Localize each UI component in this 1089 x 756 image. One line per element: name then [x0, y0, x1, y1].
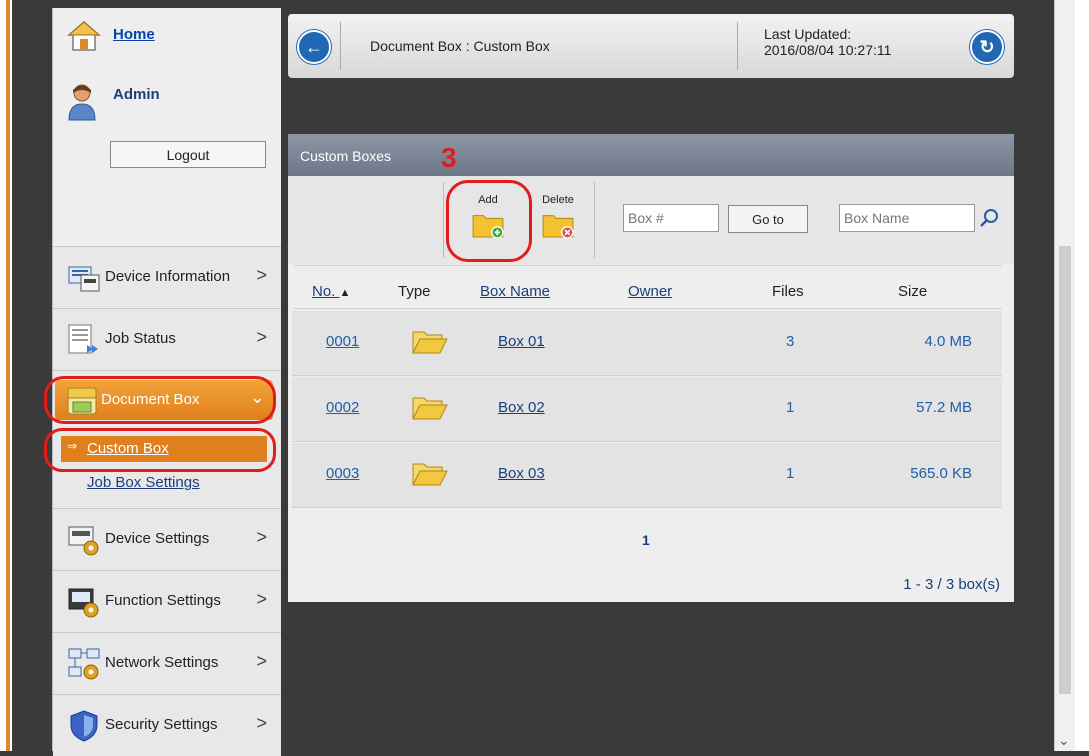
left-window-edge — [0, 0, 12, 751]
vertical-scrollbar[interactable]: ⌄ — [1054, 0, 1075, 751]
box-name-link[interactable]: Box 01 — [498, 333, 545, 350]
user-avatar-icon — [68, 84, 96, 121]
chevron-right-icon: > — [256, 265, 267, 285]
box-name-search-input[interactable] — [839, 204, 975, 232]
delete-label: Delete — [542, 194, 574, 206]
column-header-size: Size — [898, 283, 928, 300]
column-header-type: Type — [398, 283, 431, 300]
sidebar-item-label: Device Information — [105, 268, 231, 285]
box-size: 565.0 KB — [910, 465, 972, 482]
box-number-link[interactable]: 0003 — [326, 465, 359, 482]
delete-button[interactable]: Delete — [536, 194, 580, 242]
last-updated-label: Last Updated: — [764, 26, 852, 42]
chevron-right-icon: > — [256, 589, 267, 609]
sidebar-subitem-job-box-settings[interactable]: Job Box Settings — [87, 474, 200, 491]
column-header-no[interactable]: No. ▲ — [312, 283, 350, 300]
chevron-right-icon: > — [256, 713, 267, 733]
home-link[interactable]: Home — [113, 26, 155, 43]
sidebar-item-label: Device Settings — [105, 530, 210, 547]
sidebar-header: Home Admin Logout — [53, 8, 281, 246]
left-accent-bar — [6, 0, 10, 751]
divider — [594, 182, 595, 258]
box-files: 3 — [786, 333, 795, 350]
highlight-circle-add — [446, 180, 532, 262]
delete-folder-icon — [542, 215, 574, 239]
network-settings-icon — [68, 648, 100, 680]
divider — [294, 308, 1002, 309]
header-bar: ← Document Box : Custom Box Last Updated… — [288, 14, 1014, 78]
sidebar-item-job-status[interactable]: Job Status > — [53, 308, 281, 370]
sidebar-item-security-settings[interactable]: Security Settings > — [53, 694, 281, 756]
folder-icon — [412, 463, 448, 486]
refresh-icon[interactable]: ↻ — [970, 30, 1004, 64]
box-number-input[interactable] — [623, 204, 719, 232]
sidebar-item-label: Function Settings — [105, 592, 221, 609]
column-header-owner[interactable]: Owner — [628, 283, 672, 300]
breadcrumb: Document Box : Custom Box — [370, 38, 550, 54]
right-window-edge — [1075, 0, 1089, 751]
box-number-link[interactable]: 0001 — [326, 333, 359, 350]
table-row: 0002 Box 02 1 57.2 MB — [292, 377, 1002, 442]
sort-ascending-icon: ▲ — [339, 287, 351, 299]
box-number-link[interactable]: 0002 — [326, 399, 359, 416]
divider — [340, 22, 341, 70]
sidebar-item-label: Job Status — [105, 330, 176, 347]
sidebar-item-device-information[interactable]: Device Information > — [53, 246, 281, 308]
chevron-right-icon: > — [256, 651, 267, 671]
box-name-link[interactable]: Box 03 — [498, 465, 545, 482]
last-updated: Last Updated: 2016/08/04 10:27:11 — [764, 26, 891, 58]
custom-boxes-panel: Custom Boxes Add Delete Go to No. ▲ — [288, 134, 1014, 602]
table-row: 0001 Box 01 3 4.0 MB — [292, 311, 1002, 376]
user-name: Admin — [113, 86, 160, 103]
box-files: 1 — [786, 399, 795, 416]
box-name-link[interactable]: Box 02 — [498, 399, 545, 416]
highlight-circle-custom-box — [44, 428, 276, 472]
sidebar-item-function-settings[interactable]: Function Settings > — [53, 570, 281, 632]
box-files: 1 — [786, 465, 795, 482]
divider — [737, 22, 738, 70]
highlight-circle-document-box — [44, 376, 276, 424]
device-information-icon — [68, 266, 100, 292]
box-size: 4.0 MB — [924, 333, 972, 350]
panel-title: Custom Boxes — [300, 148, 392, 164]
sidebar-item-network-settings[interactable]: Network Settings > — [53, 632, 281, 694]
scrollbar-thumb[interactable] — [1059, 246, 1071, 694]
back-arrow-icon[interactable]: ← — [297, 30, 331, 64]
divider — [294, 265, 1002, 266]
folder-icon — [412, 331, 448, 354]
table-row: 0003 Box 03 1 565.0 KB — [292, 443, 1002, 508]
sidebar-item-label: Security Settings — [105, 716, 218, 733]
folder-icon — [412, 397, 448, 420]
function-settings-icon — [68, 588, 99, 618]
chevron-right-icon: > — [256, 527, 267, 547]
pagination-page[interactable]: 1 — [642, 532, 650, 548]
last-updated-value: 2016/08/04 10:27:11 — [764, 42, 892, 58]
device-settings-icon — [68, 526, 99, 556]
box-count: 1 - 3 / 3 box(s) — [903, 576, 1000, 593]
search-icon[interactable] — [979, 208, 999, 228]
column-header-files: Files — [772, 283, 804, 300]
column-header-box-name[interactable]: Box Name — [480, 283, 550, 300]
step-marker-3: 3 — [441, 142, 457, 173]
sidebar-item-label: Network Settings — [105, 654, 219, 671]
chevron-right-icon: > — [256, 327, 267, 347]
logout-button[interactable]: Logout — [110, 141, 266, 168]
divider — [443, 182, 444, 258]
panel-title-bar: Custom Boxes — [288, 134, 1014, 176]
sidebar-item-device-settings[interactable]: Device Settings > — [53, 508, 281, 570]
job-status-icon — [68, 324, 98, 354]
column-header-label: No. — [312, 283, 336, 300]
home-icon[interactable] — [67, 20, 101, 52]
shield-icon — [70, 710, 98, 742]
go-to-button[interactable]: Go to — [728, 205, 808, 233]
scroll-down-icon[interactable]: ⌄ — [1058, 732, 1070, 749]
box-size: 57.2 MB — [916, 399, 972, 416]
